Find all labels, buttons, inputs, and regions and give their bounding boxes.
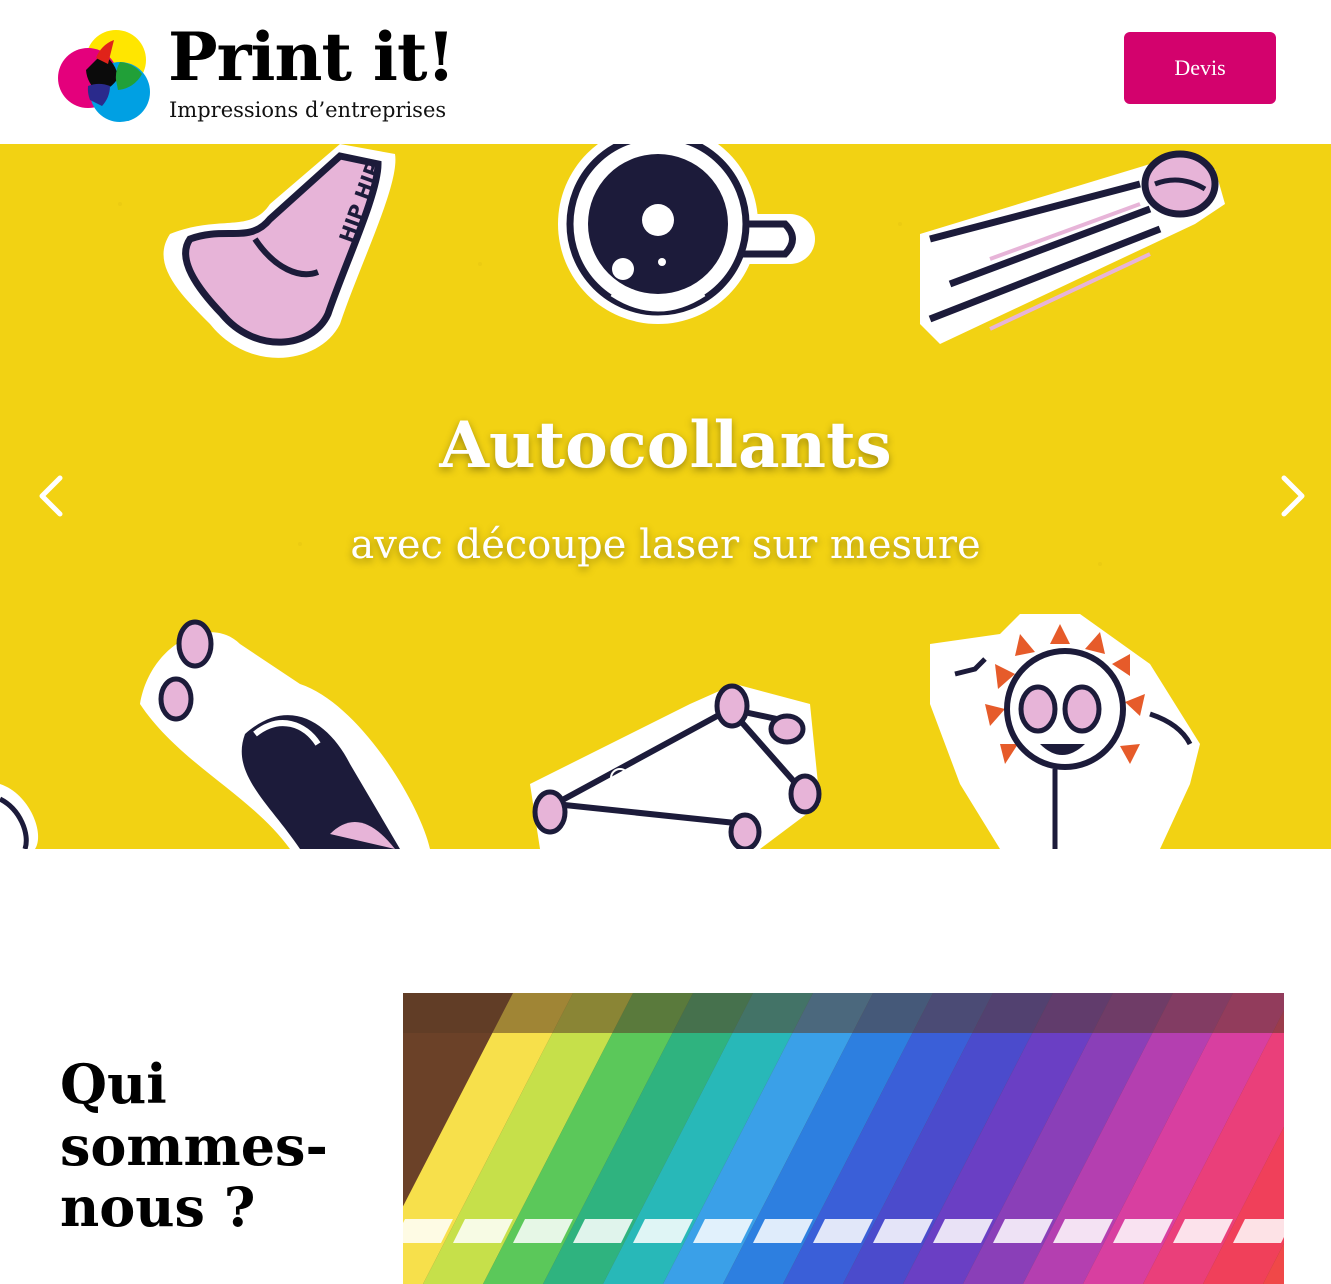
hero-carousel: HIP HIP Autocollants avec découpe laser …	[0, 144, 1331, 849]
carousel-dot-2[interactable]	[645, 768, 665, 788]
sun-sticker	[930, 614, 1200, 849]
tube-sticker	[140, 619, 430, 849]
sticker-illustration: HIP HIP	[0, 144, 1225, 849]
cup-sticker	[558, 144, 815, 324]
carousel-dot-3[interactable]	[680, 768, 700, 788]
thumb-sticker: HIP HIP	[163, 144, 396, 358]
logo-cmyk-icon	[58, 30, 150, 122]
devis-button[interactable]: Devis	[1124, 32, 1276, 104]
comet-sticker	[920, 150, 1225, 344]
carousel-indicators	[608, 768, 738, 790]
brand-logo[interactable]: Print it! Impressions d’entreprises	[58, 24, 478, 128]
site-header: Print it! Impressions d’entreprises Devi…	[0, 0, 1331, 144]
chevron-left-icon	[39, 475, 63, 517]
brand-title: Print it!	[168, 18, 455, 96]
about-heading: Qui sommes-nous ?	[60, 1052, 328, 1240]
beans-network-sticker	[530, 683, 822, 849]
carousel-next-button[interactable]	[1270, 466, 1316, 526]
slide-subtitle: avec découpe laser sur mesure	[350, 522, 981, 568]
brand-subtitle: Impressions d’entreprises	[169, 98, 447, 122]
carousel-dot-1[interactable]	[610, 768, 630, 788]
pantone-swatches-image	[403, 993, 1284, 1284]
carousel-dot-4[interactable]	[714, 768, 734, 788]
carousel-prev-button[interactable]	[28, 466, 74, 526]
slide-title: Autocollants	[439, 408, 892, 483]
chevron-right-icon	[1281, 475, 1305, 517]
